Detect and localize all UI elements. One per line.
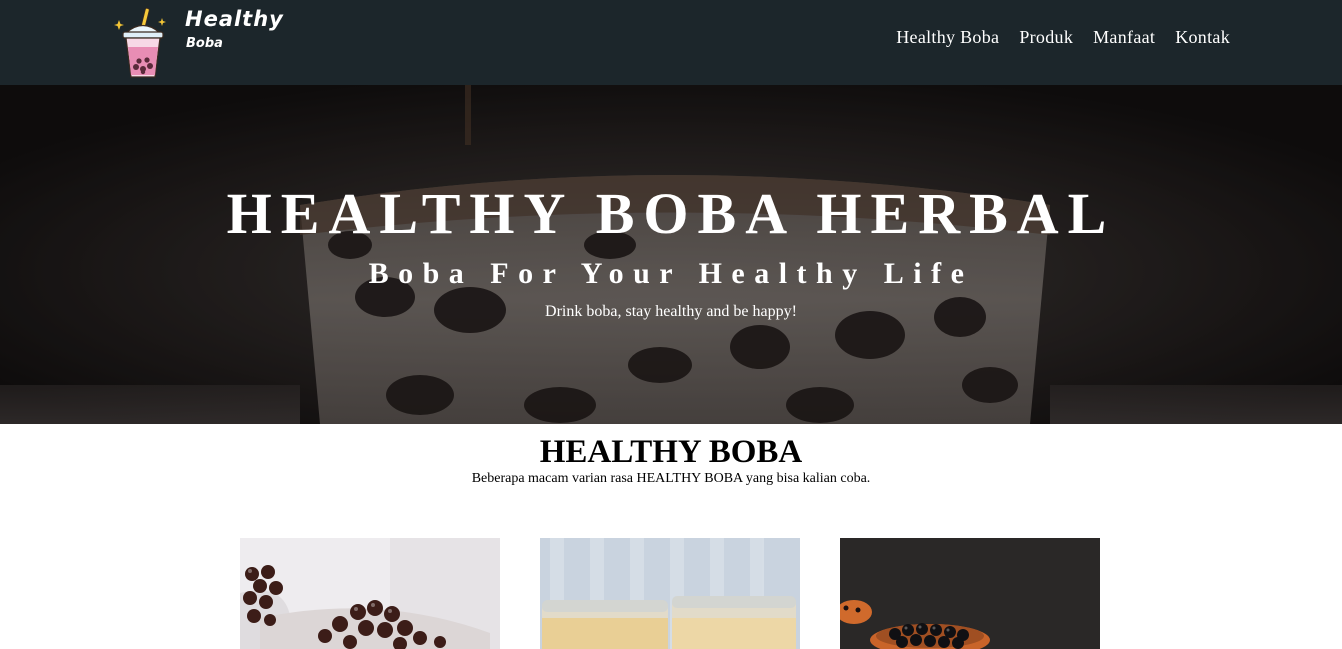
milk-tea-jars-photo <box>540 538 800 649</box>
brand-name: Healthy <box>185 7 284 31</box>
hero-background-image <box>0 85 1342 424</box>
brand-logo-link[interactable]: Healthy Boba <box>112 5 292 80</box>
nav-item: Kontak <box>1175 27 1230 48</box>
nav-item: Manfaat <box>1093 27 1155 48</box>
product-card-boba-bowl[interactable] <box>840 538 1100 649</box>
navbar: Healthy Boba Healthy Boba Produk Manfaat… <box>0 0 1342 85</box>
hero-title: HEALTHY BOBA HERBAL <box>226 181 1116 246</box>
nav-menu: Healthy Boba Produk Manfaat Kontak <box>896 27 1230 48</box>
bubble-tea-cup-icon <box>114 7 166 78</box>
hero-banner: HEALTHY BOBA HERBAL Boba For Your Health… <box>0 85 1342 424</box>
nav-item: Produk <box>1019 27 1073 48</box>
products-section-title: HEALTHY BOBA <box>539 434 803 470</box>
hero-subtitle: Boba For Your Healthy Life <box>368 257 974 290</box>
product-card-boba-pearls[interactable] <box>240 538 500 649</box>
nav-link-produk[interactable]: Produk <box>1019 27 1073 47</box>
hero-tagline: Drink boba, stay healthy and be happy! <box>545 303 797 320</box>
brand-subname: Boba <box>186 36 223 51</box>
nav-link-healthy-boba[interactable]: Healthy Boba <box>896 27 999 47</box>
nav-link-manfaat[interactable]: Manfaat <box>1093 27 1155 47</box>
boba-bowl-dark-photo <box>840 538 1100 649</box>
nav-link-kontak[interactable]: Kontak <box>1175 27 1230 47</box>
products-section-description: Beberapa macam varian rasa HEALTHY BOBA … <box>471 471 871 486</box>
product-card-milk-tea-jars[interactable] <box>540 538 800 649</box>
boba-pearls-cup-photo <box>240 538 500 649</box>
nav-item: Healthy Boba <box>896 27 999 48</box>
